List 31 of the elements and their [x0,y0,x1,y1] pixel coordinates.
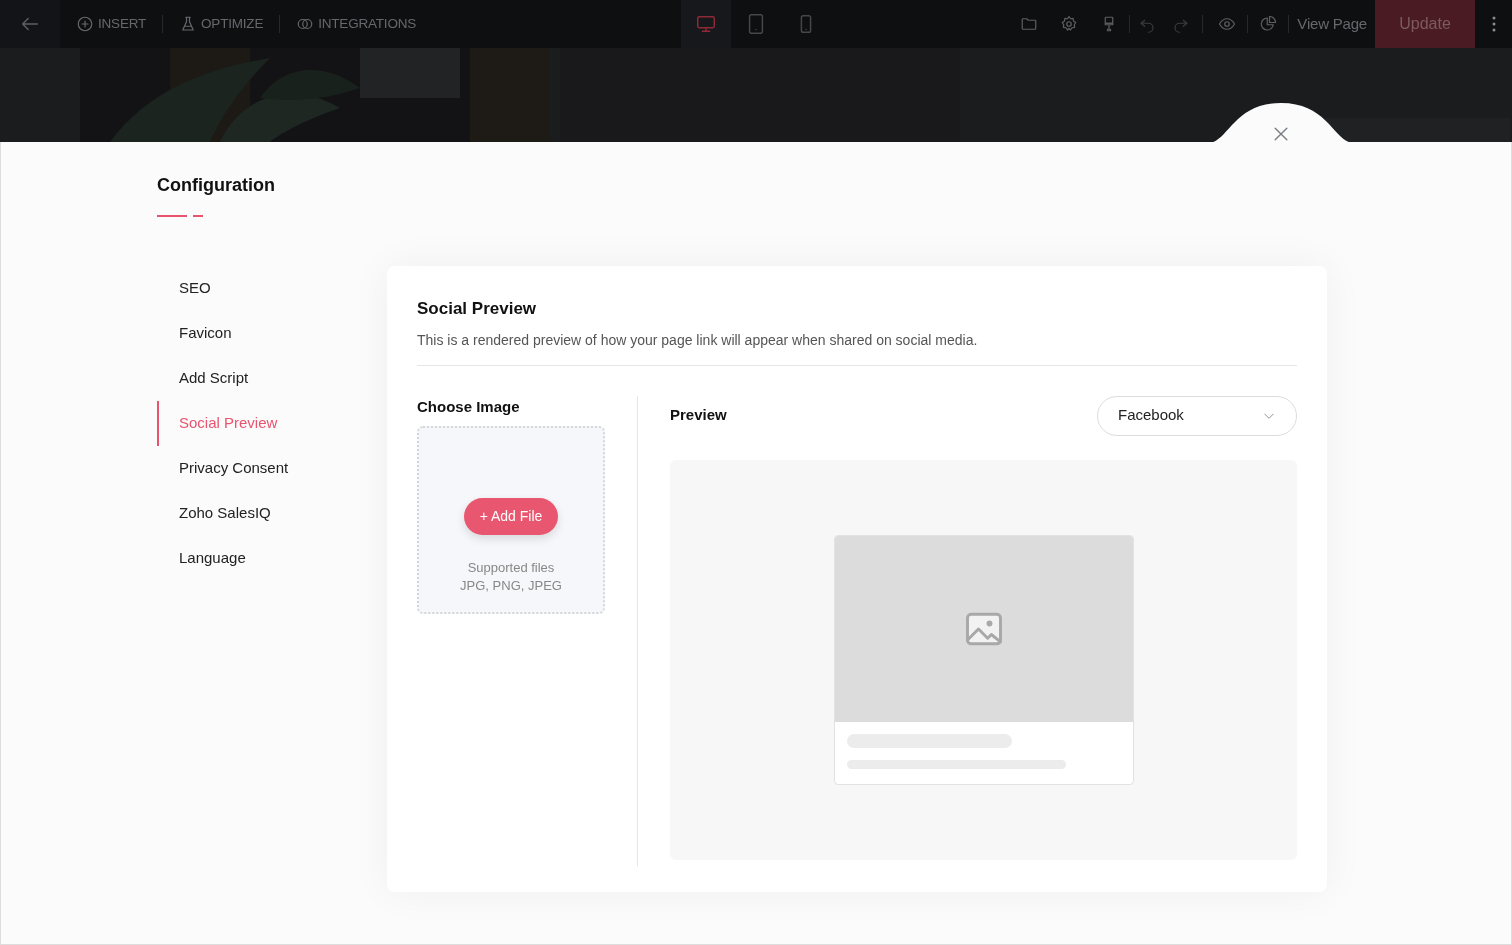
section-title: Social Preview [417,298,538,320]
sidebar-item[interactable]: Language [157,536,387,581]
page-title: Configuration [157,174,276,197]
sidebar-item[interactable]: Privacy Consent [157,446,387,491]
sidebar-item[interactable]: Favicon [157,311,387,356]
more-icon [1491,16,1496,32]
device-button[interactable] [681,0,731,48]
toolbar-link[interactable]: OPTIMIZE [179,13,264,35]
eye-icon [1218,15,1237,33]
plus-circle-icon [76,15,94,33]
field-label: Choose Image [417,396,521,417]
section-description: This is a rendered preview of how your page link will appear when shared on social media. [417,330,979,350]
view-page-link[interactable]: View Page [1297,12,1367,36]
title-underline [193,215,203,217]
upload-dropzone[interactable]: + Add File Supported files JPG, PNG, JPEG [417,426,605,614]
add-file-button[interactable]: + Add File [463,498,559,535]
settings-icon [1060,15,1079,33]
toolbar-link[interactable]: INSERT [76,13,147,35]
sidebar-item[interactable]: SEO [157,266,387,311]
folder-icon [1020,15,1039,33]
back-button[interactable] [0,0,60,48]
title-underline [157,215,187,217]
pie-chart-icon [1259,15,1278,33]
sidebar-item[interactable]: Add Script [157,356,387,401]
supported-files-text: JPG, PNG, JPEG [460,577,562,595]
sidebar-item[interactable]: Zoho SalesIQ [157,491,387,536]
supported-files-text: Supported files [466,559,556,577]
platform-dropdown[interactable]: Facebook [1097,395,1297,436]
toolbar-link[interactable]: INTEGRATIONS [296,13,417,35]
field-label: Preview [670,405,727,426]
update-button[interactable]: Update [1375,0,1475,48]
